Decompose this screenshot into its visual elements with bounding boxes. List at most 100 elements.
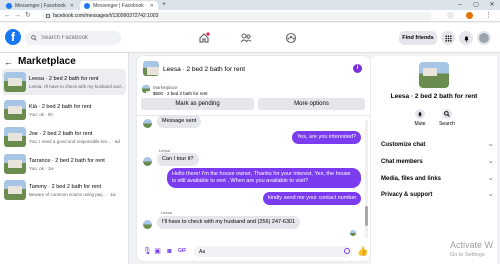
sidebar-title: Marketplace: [18, 56, 76, 67]
chat-listing-thumbnail[interactable]: [143, 61, 159, 76]
maximize-icon[interactable]: ▢: [468, 0, 484, 10]
listing-price[interactable]: $600 · 2 bed 2 bath for rent: [153, 91, 208, 96]
notifications-button[interactable]: [459, 31, 473, 45]
listing-thumbnail: [4, 154, 26, 174]
grid-icon: [444, 34, 452, 42]
conversation-item[interactable]: Leesa · 2 bed 2 bath for rent Leesa: I'l…: [2, 69, 127, 95]
conversation-snippet: Leesa: I'll have to check with my husban…: [29, 83, 127, 89]
message-input[interactable]: [194, 246, 352, 257]
chevron-down-icon: ›: [487, 144, 493, 146]
home-icon[interactable]: [198, 32, 210, 44]
conversation-item[interactable]: Tarrance · 2 bed 2 bath for rent You: ok…: [2, 151, 126, 177]
bell-icon: [463, 35, 469, 42]
sticker-icon[interactable]: ◙: [166, 248, 173, 255]
message-bubble: Yes, are you interested?: [292, 131, 362, 144]
search-icon: [444, 111, 450, 117]
conversation-title: Joe · 2 bed 2 bath for rent: [29, 130, 93, 137]
sender-avatar: [143, 220, 152, 229]
mute-label: Mute: [414, 121, 426, 127]
browser-tab-active[interactable]: Messenger | Facebook ✕: [80, 1, 158, 10]
chevron-down-icon: ›: [487, 194, 493, 196]
privacy-support-section[interactable]: Privacy & support ›: [381, 192, 493, 198]
chat-members-section[interactable]: Chat members ›: [381, 159, 493, 165]
groups-icon[interactable]: [285, 32, 297, 44]
thumbs-up-icon[interactable]: 👍: [357, 246, 368, 257]
message-sender: Leesa: [161, 210, 172, 215]
account-button[interactable]: [477, 31, 491, 45]
gif-icon[interactable]: GIF: [178, 248, 186, 255]
image-icon[interactable]: ▣: [154, 248, 161, 255]
message-bubble: I'll have to check with my husband and (…: [157, 216, 301, 229]
search-label: Search: [439, 121, 455, 127]
conversation-title: Leesa · 2 bed 2 bath for rent: [29, 75, 99, 82]
scrollbar-thumb[interactable]: [365, 206, 368, 226]
section-label: Customize chat: [381, 142, 426, 148]
details-title: Leesa · 2 bed 2 bath for rent: [390, 93, 478, 100]
info-icon[interactable]: i: [353, 64, 362, 73]
conversation-snippet: Beware of common scams using pay... · 1w: [29, 191, 116, 197]
browser-menu-icon[interactable]: ⋮: [485, 12, 492, 20]
more-options-button[interactable]: More options: [258, 98, 365, 110]
new-tab-button[interactable]: +: [162, 1, 166, 8]
chat-title[interactable]: Leesa · 2 bed 2 bath for rent: [163, 66, 245, 73]
messenger-favicon-icon: [6, 2, 12, 9]
conversation-title: Tammy · 2 bed 2 bath for rent: [29, 183, 102, 190]
forward-icon[interactable]: →: [14, 12, 21, 20]
search-box[interactable]: [25, 31, 121, 45]
sender-avatar: [143, 157, 152, 166]
close-window-icon[interactable]: ✕: [484, 0, 500, 10]
message-bubble: Can I tour it?: [157, 153, 199, 166]
profile-avatar[interactable]: [466, 12, 473, 19]
find-friends-button[interactable]: Find friends: [399, 31, 437, 45]
browser-tab-bar: Messenger | Facebook ✕ Messenger | Faceb…: [0, 0, 500, 10]
marketplace-listing-thumbnail: [142, 85, 150, 93]
chevron-down-icon: ›: [487, 161, 493, 163]
friends-icon[interactable]: [240, 32, 252, 44]
reload-icon[interactable]: ↻: [25, 12, 31, 20]
message-bubble: Message sent: [157, 115, 202, 128]
listing-thumbnail: [4, 100, 26, 120]
mark-as-pending-button[interactable]: Mark as pending: [141, 98, 254, 110]
close-tab-icon[interactable]: ✕: [70, 3, 74, 9]
facebook-logo[interactable]: f: [5, 29, 21, 45]
back-icon[interactable]: ←: [4, 12, 11, 20]
tab-title: Messenger | Facebook: [15, 2, 66, 9]
menu-grid-button[interactable]: [441, 31, 455, 45]
message-list: Message sent Yes, are you interested? Le…: [137, 115, 370, 242]
url-text: facebook.com/messages/t/130990372742:100…: [53, 13, 159, 19]
chat-details-panel: Leesa · 2 bed 2 bath for rent Mute Searc…: [371, 56, 497, 264]
browser-tab[interactable]: Messenger | Facebook ✕: [2, 1, 78, 10]
listing-image[interactable]: [419, 62, 449, 88]
conversation-snippet: You: ok · 5h: [29, 111, 53, 117]
media-files-links-section[interactable]: Media, files and links ›: [381, 176, 493, 182]
listing-label: Marketplace: [153, 85, 178, 90]
messenger-favicon-icon: [84, 2, 90, 9]
listing-thumbnail: [4, 180, 26, 200]
listing-thumbnail: [4, 72, 26, 92]
microphone-icon[interactable]: 🎙: [143, 248, 152, 255]
message-bubble: kindly send me your contact number: [263, 192, 362, 205]
conversation-item[interactable]: Kiä · 2 bed 2 bath for rent You: ok · 5h: [2, 97, 126, 123]
minimize-icon[interactable]: –: [452, 0, 468, 10]
search-input[interactable]: [41, 35, 111, 41]
conversation-snippet: You: I need a good and responsible ten..…: [29, 138, 120, 144]
close-tab-icon[interactable]: ✕: [150, 3, 154, 9]
activate-windows-subtext: Go to Settings: [450, 252, 485, 258]
conversation-item[interactable]: Tammy · 2 bed 2 bath for rent Beware of …: [2, 177, 126, 203]
conversation-title: Kiä · 2 bed 2 bath for rent: [29, 103, 92, 110]
url-field[interactable]: facebook.com/messages/t/130990372742:100…: [42, 12, 432, 20]
conversation-item[interactable]: Joe · 2 bed 2 bath for rent You: I need …: [2, 124, 126, 150]
address-bar-row: ← → ↻ facebook.com/messages/t/1309903727…: [0, 10, 500, 22]
emoji-icon[interactable]: [344, 248, 350, 254]
star-icon[interactable]: [447, 12, 454, 19]
mute-button[interactable]: Mute: [410, 109, 430, 127]
seen-avatar: [350, 230, 356, 236]
customize-chat-section[interactable]: Customize chat ›: [381, 142, 493, 148]
avatar: [479, 33, 489, 43]
section-label: Media, files and links: [381, 176, 442, 182]
back-arrow-icon[interactable]: ←: [4, 57, 13, 67]
bell-icon: [418, 112, 422, 117]
search-conversation-button[interactable]: Search: [437, 109, 457, 127]
activate-windows-watermark: Activate W: [450, 240, 494, 250]
tab-title: Messenger | Facebook: [93, 2, 144, 9]
